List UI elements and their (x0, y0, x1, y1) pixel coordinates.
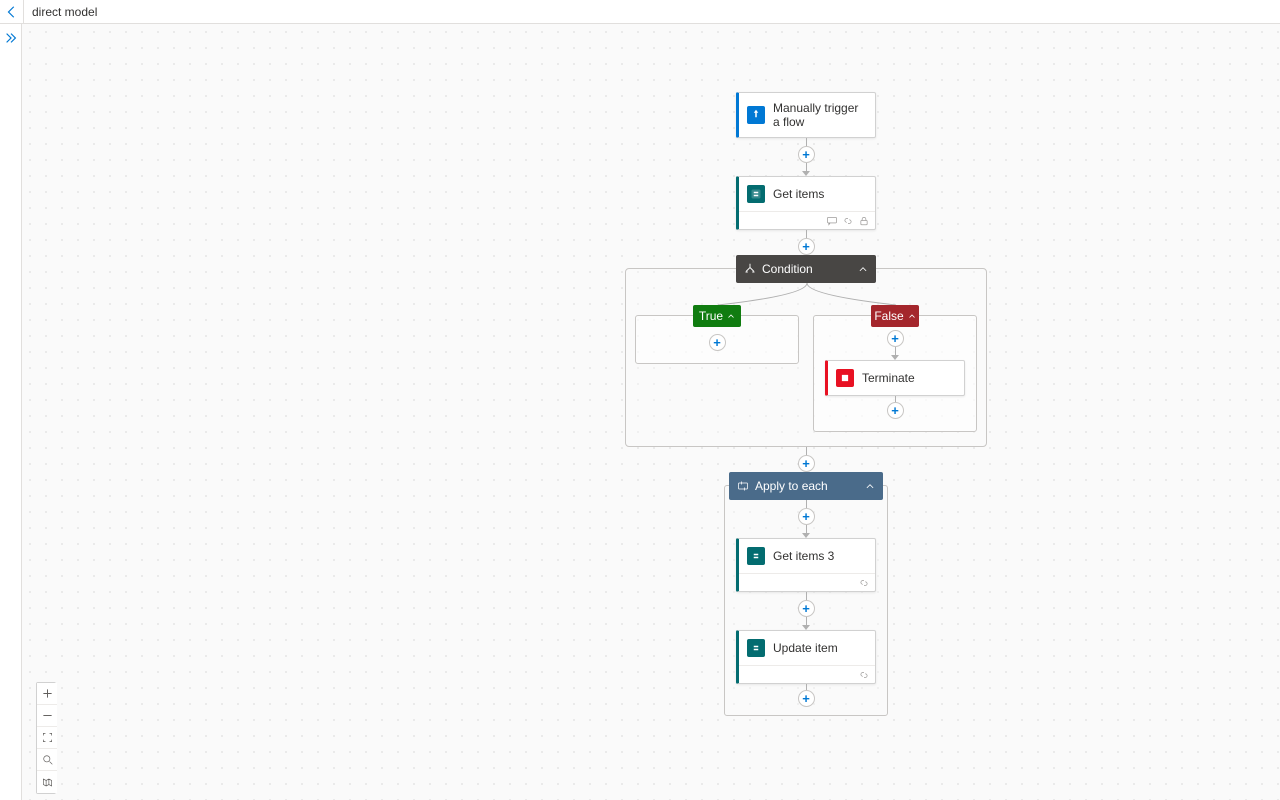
lock-icon (859, 216, 869, 226)
false-branch: False + Terminate (813, 315, 977, 432)
branch-row: True + False + (635, 315, 977, 432)
expand-rail-button[interactable] (0, 24, 22, 52)
page-title: direct model (24, 5, 97, 19)
apply-each-header[interactable]: Apply to each (729, 472, 883, 500)
update-item-label: Update item (773, 641, 838, 655)
header: direct model (0, 0, 1280, 24)
comment-icon (827, 216, 837, 226)
zoom-out-button[interactable] (37, 705, 57, 727)
search-icon (42, 754, 53, 765)
get-items-card[interactable]: Get items (736, 176, 876, 230)
add-action-button[interactable]: + (798, 455, 815, 472)
chevron-double-right-icon (4, 31, 18, 45)
minimap-button[interactable] (37, 771, 57, 793)
get-items-3-card[interactable]: Get items 3 (736, 538, 876, 592)
sharepoint-icon (747, 639, 765, 657)
connector: + (798, 592, 815, 630)
chevron-up-icon (865, 481, 875, 491)
condition-label: Condition (762, 262, 813, 276)
add-action-button[interactable]: + (709, 334, 726, 351)
add-action-button[interactable]: + (798, 508, 815, 525)
connector: + (887, 330, 904, 360)
split-connector (626, 283, 988, 313)
add-action-button[interactable]: + (798, 238, 815, 255)
link-icon (843, 216, 853, 226)
card-footer (739, 573, 875, 591)
map-icon (42, 777, 53, 788)
loop-icon (737, 480, 749, 492)
search-button[interactable] (37, 749, 57, 771)
terminate-card[interactable]: Terminate (825, 360, 965, 396)
connector: + (887, 396, 904, 419)
fit-screen-button[interactable] (37, 727, 57, 749)
condition-header[interactable]: Condition (736, 255, 876, 283)
add-action-button[interactable]: + (887, 402, 904, 419)
flow-root: Manually trigger a flow + Get items (625, 92, 987, 716)
false-label: False (874, 309, 903, 323)
connector: + (798, 500, 815, 538)
chevron-up-icon (858, 264, 868, 274)
true-label: True (699, 309, 723, 323)
add-action-button[interactable]: + (798, 690, 815, 707)
terminate-label: Terminate (862, 371, 915, 385)
minus-icon (42, 710, 53, 721)
card-footer (739, 211, 875, 229)
link-icon (859, 670, 869, 680)
arrow-left-icon (5, 5, 19, 19)
fit-icon (42, 732, 53, 743)
false-tag[interactable]: False (871, 305, 919, 327)
zoom-toolbar (36, 682, 56, 794)
add-action-button[interactable]: + (798, 146, 815, 163)
terminate-icon (836, 369, 854, 387)
chevron-up-icon (908, 312, 916, 320)
zoom-in-button[interactable] (37, 683, 57, 705)
apply-each-label: Apply to each (755, 479, 828, 493)
get-items-label: Get items (773, 187, 824, 201)
true-tag[interactable]: True (693, 305, 741, 327)
plus-icon (42, 688, 53, 699)
condition-icon (744, 263, 756, 275)
trigger-card[interactable]: Manually trigger a flow (736, 92, 876, 138)
canvas[interactable]: Manually trigger a flow + Get items (22, 24, 1280, 800)
connector: + (798, 138, 815, 176)
true-branch: True + (635, 315, 799, 364)
back-button[interactable] (0, 0, 24, 24)
link-icon (859, 578, 869, 588)
sharepoint-icon (747, 547, 765, 565)
add-action-button[interactable]: + (887, 330, 904, 347)
apply-each-container: Apply to each + Get items 3 (724, 485, 888, 716)
update-item-card[interactable]: Update item (736, 630, 876, 684)
sharepoint-icon (747, 185, 765, 203)
condition-container: Condition True + (625, 268, 987, 447)
manual-trigger-icon (747, 106, 765, 124)
trigger-label: Manually trigger a flow (773, 101, 867, 129)
get-items-3-label: Get items 3 (773, 549, 834, 563)
card-footer (739, 665, 875, 683)
connector: + (798, 684, 815, 707)
chevron-up-icon (727, 312, 735, 320)
side-rail (0, 24, 22, 800)
add-action-button[interactable]: + (798, 600, 815, 617)
